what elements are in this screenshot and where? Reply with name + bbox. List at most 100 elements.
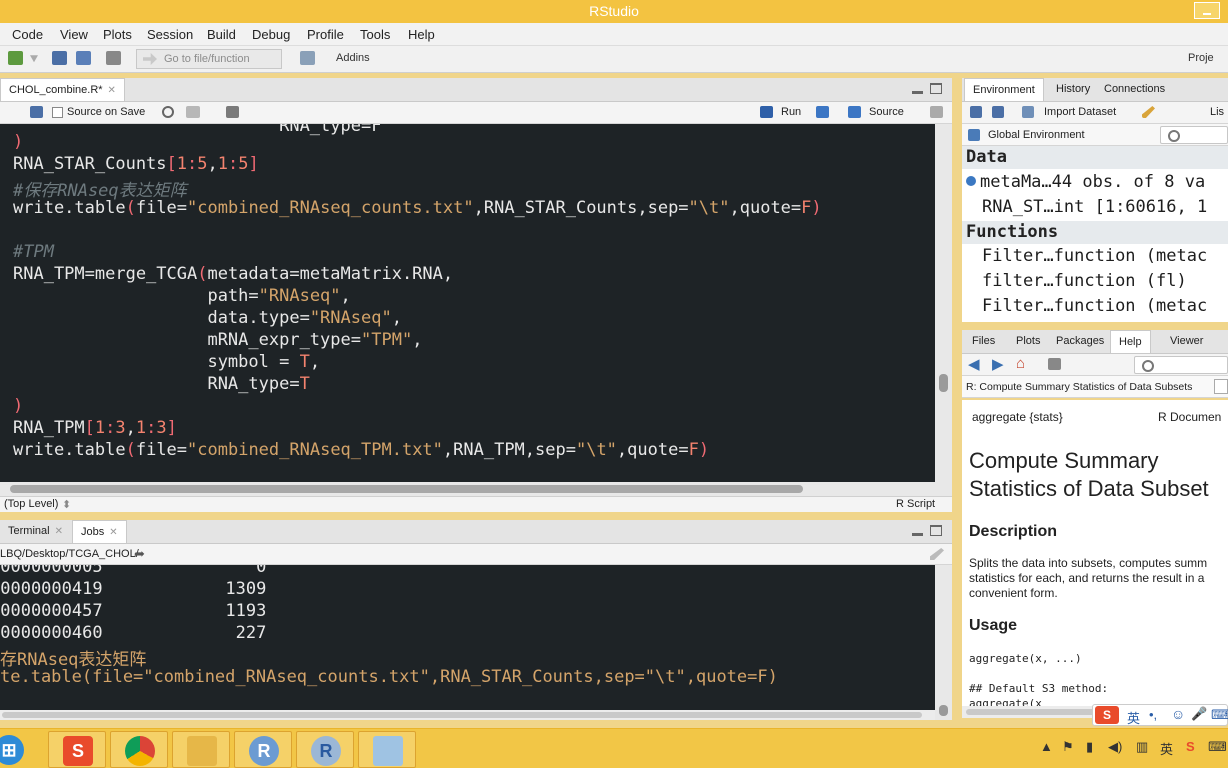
- ime-emoji-icon[interactable]: ☺: [1171, 706, 1185, 722]
- environment-row[interactable]: Filter…function (metac: [966, 246, 1207, 266]
- editor-horizontal-scrollbar[interactable]: [0, 482, 952, 496]
- minimize-pane-icon[interactable]: [912, 91, 923, 94]
- ime-lang[interactable]: 英: [1127, 708, 1140, 727]
- code-line[interactable]: symbol = T,: [13, 352, 320, 372]
- tab-viewer[interactable]: Viewer: [1162, 330, 1211, 353]
- console-output[interactable]: 00000000005 0 00000000419 1309 00000000457…: [0, 565, 935, 710]
- run-icon[interactable]: [760, 106, 773, 118]
- menu-code[interactable]: Code: [12, 27, 43, 42]
- menu-plots[interactable]: Plots: [103, 27, 132, 42]
- code-line[interactable]: RNA_STAR_Counts[1:5,1:5]: [13, 154, 259, 174]
- run-button[interactable]: Run: [781, 106, 801, 118]
- environment-row[interactable]: Filter…function (metac: [966, 296, 1207, 316]
- console-vertical-scrollbar[interactable]: [935, 565, 952, 720]
- code-line[interactable]: data.type="RNAseq",: [13, 308, 402, 328]
- ime-toolbar[interactable]: S 英 •, ☺ 🎤 ⌨: [1092, 704, 1228, 726]
- help-search-input[interactable]: [1134, 356, 1228, 374]
- taskbar-app-r[interactable]: R: [234, 731, 292, 768]
- close-icon[interactable]: ✕: [109, 527, 117, 538]
- environment-scope-selector[interactable]: Global Environment: [988, 129, 1085, 141]
- tray-flag-icon[interactable]: ⚑: [1062, 739, 1074, 755]
- maximize-pane-icon[interactable]: [930, 83, 942, 94]
- addins-menu[interactable]: Addins: [336, 52, 370, 64]
- menu-build[interactable]: Build: [207, 27, 236, 42]
- tray-volume-icon[interactable]: ◀): [1108, 739, 1122, 755]
- magic-wand-icon[interactable]: [186, 106, 200, 118]
- menu-view[interactable]: View: [60, 27, 88, 42]
- console-hscroll-thumb[interactable]: [2, 712, 922, 718]
- menu-help[interactable]: Help: [408, 27, 435, 42]
- menu-debug[interactable]: Debug: [252, 27, 290, 42]
- menu-session[interactable]: Session: [147, 27, 193, 42]
- filetype-selector[interactable]: R Script: [896, 498, 935, 510]
- tab-plots[interactable]: Plots: [1008, 330, 1048, 353]
- code-line[interactable]: #TPM: [13, 242, 54, 262]
- broom-icon[interactable]: [1142, 106, 1155, 118]
- environment-row[interactable]: filter…function (fl): [966, 271, 1187, 291]
- code-line[interactable]: path="RNAseq",: [13, 286, 350, 306]
- save-icon[interactable]: [30, 106, 43, 118]
- tab-help[interactable]: Help: [1110, 330, 1151, 353]
- tray-lang[interactable]: 英: [1160, 739, 1173, 758]
- broom-icon[interactable]: [930, 548, 944, 560]
- load-workspace-icon[interactable]: [970, 106, 982, 118]
- tray-keyboard-icon[interactable]: ⌨: [1208, 739, 1227, 755]
- new-file-icon[interactable]: [8, 51, 23, 65]
- help-find-button[interactable]: [1214, 379, 1228, 394]
- ime-mic-icon[interactable]: 🎤: [1191, 706, 1207, 722]
- search-icon[interactable]: [162, 106, 174, 118]
- home-icon[interactable]: ⌂: [1016, 355, 1025, 372]
- code-line[interactable]: RNA_TPM=merge_TCGA(metadata=metaMatrix.R…: [13, 264, 453, 284]
- save-all-icon[interactable]: [76, 51, 91, 65]
- menu-profile[interactable]: Profile: [307, 27, 344, 42]
- taskbar-app-sogou[interactable]: S: [48, 731, 106, 768]
- back-arrow-icon[interactable]: ◀: [968, 355, 980, 373]
- code-line[interactable]: mRNA_expr_type="TPM",: [13, 330, 422, 350]
- code-line[interactable]: RNA_type=F: [13, 124, 381, 136]
- tray-sogou-icon[interactable]: S: [1186, 739, 1195, 754]
- goto-dir-icon[interactable]: ➦: [134, 546, 145, 562]
- code-line[interactable]: RNA_TPM[1:3,1:3]: [13, 418, 177, 438]
- tray-battery-icon[interactable]: ▮: [1086, 739, 1093, 755]
- source-icon[interactable]: [848, 106, 861, 118]
- menu-tools[interactable]: Tools: [360, 27, 390, 42]
- tab-source-file[interactable]: CHOL_combine.R* ✕: [0, 78, 125, 101]
- outline-icon[interactable]: [930, 106, 943, 118]
- console-working-dir[interactable]: LBQ/Desktop/TCGA_CHOL/: [0, 548, 139, 560]
- chevron-down-icon[interactable]: [30, 55, 38, 63]
- code-line[interactable]: write.table(file="combined_RNAseq_TPM.tx…: [13, 440, 709, 460]
- tab-files[interactable]: Files: [964, 330, 1003, 353]
- source-button[interactable]: Source: [869, 106, 904, 118]
- start-button[interactable]: ⊞: [0, 731, 38, 768]
- environment-row[interactable]: RNA_ST…int [1:60616, 1: [966, 197, 1207, 217]
- forward-arrow-icon[interactable]: ▶: [992, 355, 1004, 373]
- goto-file-input[interactable]: Go to file/function: [136, 49, 282, 69]
- tab-jobs[interactable]: Jobs ✕: [72, 520, 127, 543]
- help-topic-selector[interactable]: R: Compute Summary Statistics of Data Su…: [966, 381, 1192, 393]
- import-icon[interactable]: [1022, 106, 1034, 118]
- print-icon[interactable]: [106, 51, 121, 65]
- close-icon[interactable]: ✕: [55, 526, 63, 537]
- console-vscroll-thumb[interactable]: [939, 705, 948, 716]
- code-line[interactable]: RNA_type=T: [13, 374, 309, 394]
- tab-packages[interactable]: Packages: [1048, 330, 1112, 353]
- tab-environment[interactable]: Environment: [964, 78, 1044, 101]
- scope-selector[interactable]: (Top Level): [4, 498, 58, 510]
- code-line[interactable]: write.table(file="combined_RNAseq_counts…: [13, 198, 822, 218]
- expand-icon[interactable]: [966, 176, 976, 186]
- taskbar-app-explorer[interactable]: [172, 731, 230, 768]
- list-view-button[interactable]: Lis: [1210, 106, 1224, 118]
- ime-punct-icon[interactable]: •,: [1149, 707, 1157, 722]
- save-icon[interactable]: [52, 51, 67, 65]
- grid-icon[interactable]: [300, 51, 315, 65]
- tray-network-icon[interactable]: ▥: [1136, 739, 1148, 755]
- import-dataset-button[interactable]: Import Dataset: [1044, 106, 1116, 118]
- tab-terminal[interactable]: Terminal ✕: [0, 520, 71, 543]
- maximize-pane-icon[interactable]: [930, 525, 942, 536]
- help-hscroll-thumb[interactable]: [966, 709, 1106, 715]
- compile-report-icon[interactable]: [226, 106, 239, 118]
- code-line[interactable]: ): [13, 132, 23, 152]
- code-editor[interactable]: RNA_type=F) RNA_STAR_Counts[1:5,1:5] #保存RN…: [0, 124, 935, 482]
- taskbar-app-notepad[interactable]: [358, 731, 416, 768]
- taskbar-app-chrome[interactable]: [110, 731, 168, 768]
